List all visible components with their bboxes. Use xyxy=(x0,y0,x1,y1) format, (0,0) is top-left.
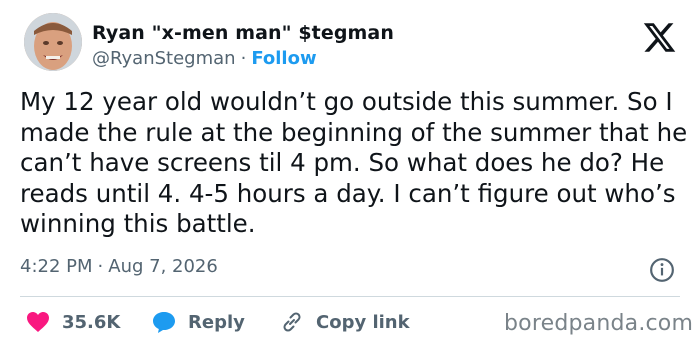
copy-link-button[interactable]: Copy link xyxy=(280,304,410,340)
reply-label: Reply xyxy=(188,311,245,333)
heart-icon xyxy=(27,312,49,332)
timestamp-separator: · xyxy=(97,256,104,277)
display-name[interactable]: Ryan "x-men man" $tegman xyxy=(92,22,394,44)
reply-button[interactable]: Reply xyxy=(152,304,245,340)
tweet-date: Aug 7, 2026 xyxy=(108,256,218,277)
handle-row: @RyanStegman · Follow xyxy=(92,48,317,69)
info-icon[interactable] xyxy=(649,257,675,283)
tweet-text: My 12 year old wouldn’t go outside this … xyxy=(20,87,688,238)
separator-dot: · xyxy=(240,48,247,69)
like-button[interactable]: 35.6K xyxy=(26,304,120,340)
tweet-card: Ryan "x-men man" $tegman @RyanStegman · Fo… xyxy=(0,0,700,348)
follow-link[interactable]: Follow xyxy=(251,48,316,69)
likes-count: 35.6K xyxy=(62,311,121,333)
divider xyxy=(20,296,680,297)
reply-bubble-icon xyxy=(153,312,175,333)
copy-link-label: Copy link xyxy=(316,311,410,333)
avatar-image xyxy=(24,13,82,71)
timestamp[interactable]: 4:22 PM · Aug 7, 2026 xyxy=(20,256,218,277)
avatar[interactable] xyxy=(24,13,82,71)
watermark: boredpanda.com xyxy=(504,311,694,336)
handle[interactable]: @RyanStegman xyxy=(92,48,236,69)
tweet-time: 4:22 PM xyxy=(20,256,93,277)
x-logo-icon[interactable] xyxy=(641,20,678,55)
link-icon xyxy=(283,312,301,332)
